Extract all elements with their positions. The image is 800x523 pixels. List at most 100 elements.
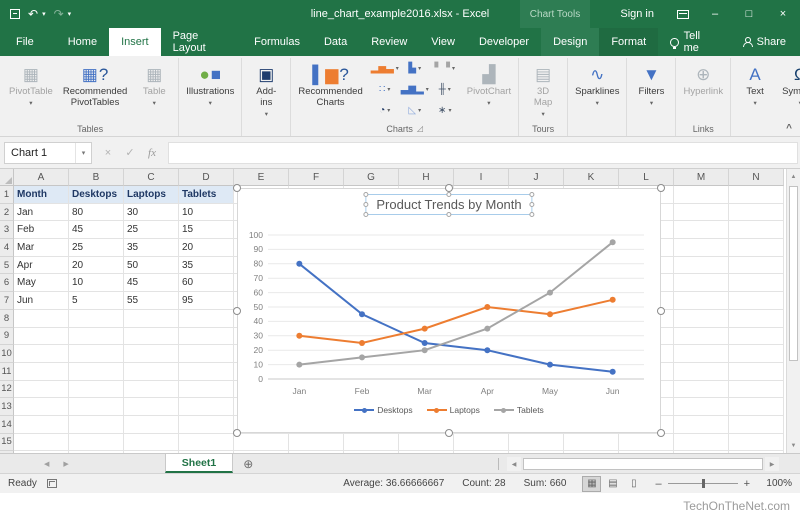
cell-C8[interactable] [124, 310, 179, 328]
cell-B14[interactable] [69, 416, 124, 434]
cell-M12[interactable] [674, 381, 729, 399]
recommended-pivottables-button[interactable]: ▦?Recommended PivotTables [58, 58, 132, 121]
title-handle[interactable] [446, 212, 451, 217]
maximize-button[interactable]: □ [732, 0, 766, 28]
cell-D14[interactable] [179, 416, 234, 434]
cell-I15[interactable] [454, 434, 509, 452]
column-header-C[interactable]: C [124, 169, 179, 186]
sparklines-button[interactable]: ∿Sparklines▾ [570, 58, 624, 121]
cell-D8[interactable] [179, 310, 234, 328]
close-button[interactable]: × [766, 0, 800, 28]
zoom-slider-thumb[interactable] [702, 479, 705, 488]
row-header-4[interactable]: 4 [0, 239, 14, 257]
legend-item-laptops[interactable]: Laptops [427, 405, 480, 415]
cell-N8[interactable] [729, 310, 784, 328]
insert-histogram-chart-button[interactable]: ▃▆▂▾ [400, 79, 430, 100]
row-header-12[interactable]: 12 [0, 381, 14, 399]
title-handle[interactable] [363, 202, 368, 207]
cell-N3[interactable] [729, 221, 784, 239]
cell-J15[interactable] [509, 434, 564, 452]
cell-C3[interactable]: 25 [124, 221, 179, 239]
cell-C4[interactable]: 35 [124, 239, 179, 257]
chart-selection-handle[interactable] [445, 184, 453, 192]
row-header-13[interactable]: 13 [0, 398, 14, 416]
cell-B11[interactable] [69, 363, 124, 381]
tab-tell-me[interactable]: Tell me [658, 28, 727, 56]
cell-A15[interactable] [14, 434, 69, 452]
illustrations-button[interactable]: ●■Illustrations▾ [181, 58, 239, 121]
insert-pie-chart-button[interactable]: ◔▾ [370, 100, 400, 121]
insert-radar-chart-button[interactable]: ∗▾ [430, 100, 460, 121]
column-header-F[interactable]: F [289, 169, 344, 186]
cell-M1[interactable] [674, 186, 729, 204]
tab-file[interactable]: File [0, 28, 50, 56]
cell-D4[interactable]: 20 [179, 239, 234, 257]
macro-record-icon[interactable] [47, 479, 57, 488]
ribbon-display-options-icon[interactable] [668, 0, 698, 28]
cell-D15[interactable] [179, 434, 234, 452]
scroll-left-icon[interactable]: ◀ [507, 457, 521, 471]
cell-B4[interactable]: 25 [69, 239, 124, 257]
vertical-scroll-thumb[interactable] [789, 186, 798, 361]
chart-selection-handle[interactable] [445, 429, 453, 437]
cell-N15[interactable] [729, 434, 784, 452]
cell-B2[interactable]: 80 [69, 204, 124, 222]
customize-qat-icon[interactable]: ▾ [68, 11, 72, 18]
insert-column-chart-button[interactable]: ▂▅▃▾ [370, 58, 400, 79]
cell-M9[interactable] [674, 328, 729, 346]
cell-D9[interactable] [179, 328, 234, 346]
zoom-level[interactable]: 100% [760, 478, 792, 489]
title-handle[interactable] [363, 192, 368, 197]
cell-B6[interactable]: 10 [69, 274, 124, 292]
cell-D2[interactable]: 10 [179, 204, 234, 222]
column-header-J[interactable]: J [509, 169, 564, 186]
cell-M4[interactable] [674, 239, 729, 257]
cell-E15[interactable] [234, 434, 289, 452]
cell-A2[interactable]: Jan [14, 204, 69, 222]
cell-A3[interactable]: Feb [14, 221, 69, 239]
share-button[interactable]: Share [728, 28, 800, 56]
cancel-icon[interactable]: × [98, 147, 118, 159]
cell-C13[interactable] [124, 398, 179, 416]
row-header-11[interactable]: 11 [0, 363, 14, 381]
cell-M13[interactable] [674, 398, 729, 416]
cell-B15[interactable] [69, 434, 124, 452]
cell-B12[interactable] [69, 381, 124, 399]
cell-A13[interactable] [14, 398, 69, 416]
row-header-8[interactable]: 8 [0, 310, 14, 328]
column-header-H[interactable]: H [399, 169, 454, 186]
cell-B8[interactable] [69, 310, 124, 328]
chart-selection-handle[interactable] [233, 307, 241, 315]
cell-D3[interactable]: 15 [179, 221, 234, 239]
cell-C1[interactable]: Laptops [124, 186, 179, 204]
cell-C2[interactable]: 30 [124, 204, 179, 222]
name-box-dropdown-icon[interactable]: ▾ [75, 143, 91, 163]
row-header-9[interactable]: 9 [0, 328, 14, 346]
tab-data[interactable]: Data [312, 28, 359, 56]
horizontal-scroll-thumb[interactable] [523, 458, 763, 470]
column-header-B[interactable]: B [69, 169, 124, 186]
cell-B10[interactable] [69, 345, 124, 363]
row-header-10[interactable]: 10 [0, 345, 14, 363]
cell-N4[interactable] [729, 239, 784, 257]
row-header-5[interactable]: 5 [0, 257, 14, 275]
insert-scatter-chart-button[interactable]: ∷▾ [370, 79, 400, 100]
cell-N1[interactable] [729, 186, 784, 204]
cell-N14[interactable] [729, 416, 784, 434]
cell-N9[interactable] [729, 328, 784, 346]
cell-A14[interactable] [14, 416, 69, 434]
tab-page-layout[interactable]: Page Layout [161, 28, 243, 56]
page-layout-view-icon[interactable]: ▤ [603, 476, 622, 492]
filters-button[interactable]: ▼Filters▾ [629, 58, 673, 121]
cell-N6[interactable] [729, 274, 784, 292]
sign-in-button[interactable]: Sign in [606, 0, 668, 28]
tab-view[interactable]: View [419, 28, 467, 56]
cell-L15[interactable] [619, 434, 674, 452]
cell-K15[interactable] [564, 434, 619, 452]
insert-line-chart-button[interactable]: ◺▾ [400, 100, 430, 121]
next-sheet-icon[interactable]: ▶ [63, 460, 68, 468]
column-header-L[interactable]: L [619, 169, 674, 186]
cell-M3[interactable] [674, 221, 729, 239]
formula-input[interactable] [168, 142, 798, 164]
text-button[interactable]: AText▾ [733, 58, 777, 121]
